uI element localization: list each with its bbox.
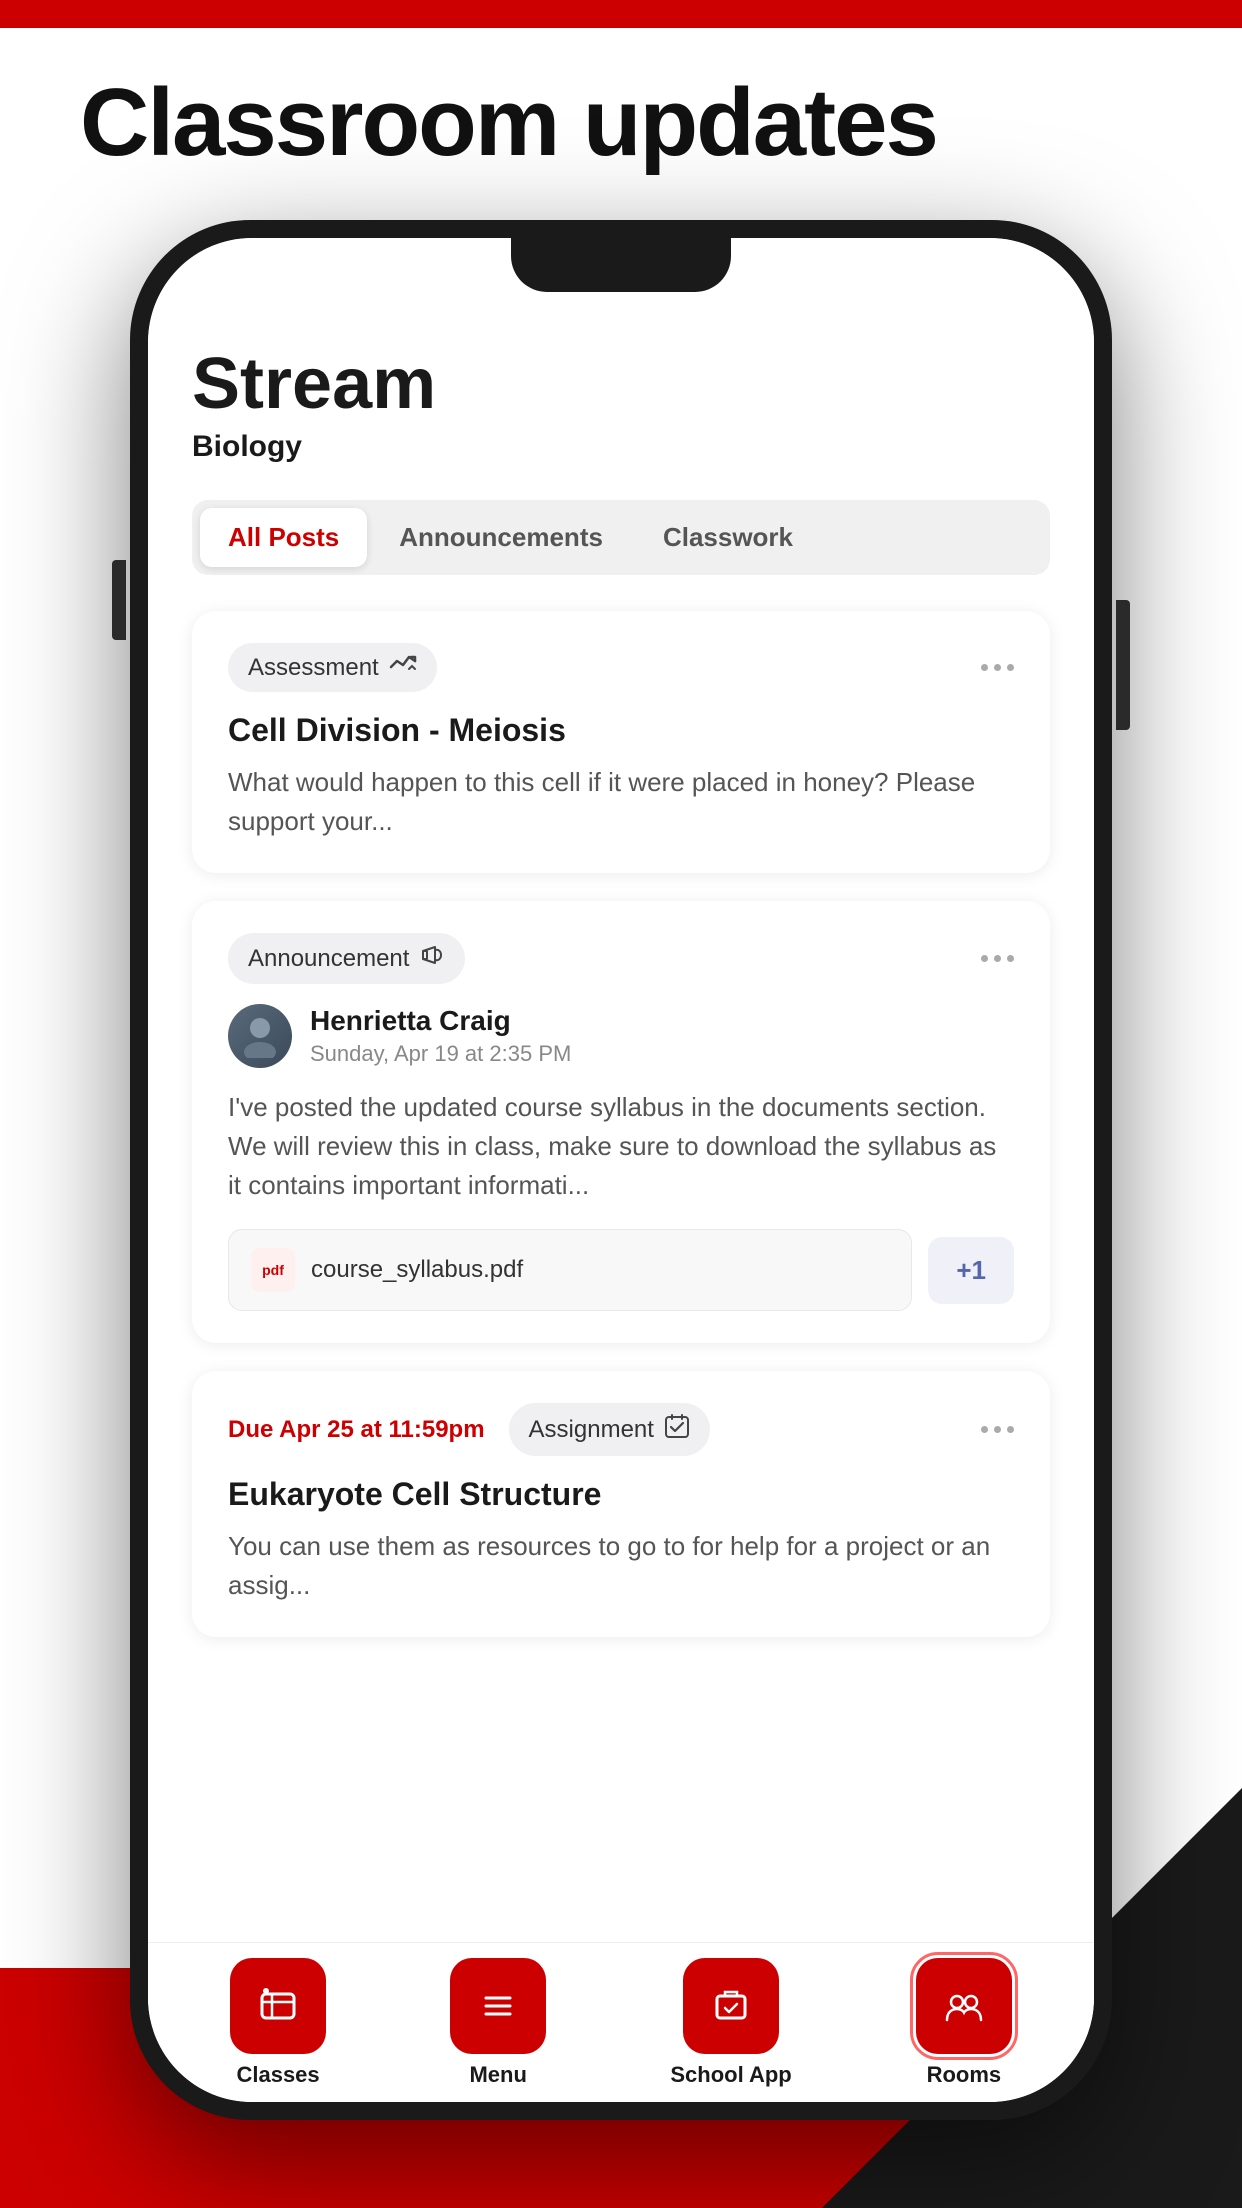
screen-content: Stream Biology All Posts Announcements C…	[148, 238, 1094, 2102]
phone-notch	[511, 238, 731, 292]
screen-scroll: Stream Biology All Posts Announcements C…	[148, 308, 1094, 1942]
classes-nav-label: Classes	[236, 2062, 319, 2088]
announcement-body: I've posted the updated course syllabus …	[228, 1088, 1014, 1205]
page-title: Classroom updates	[80, 68, 937, 178]
avatar	[228, 1004, 292, 1068]
assessment-icon	[389, 653, 417, 682]
menu-nav-label: Menu	[469, 2062, 526, 2088]
stream-subtitle: Biology	[192, 430, 1050, 464]
phone-mockup: Stream Biology All Posts Announcements C…	[130, 220, 1112, 2100]
assignment-tag: Assignment	[509, 1403, 710, 1456]
assessment-card-body: What would happen to this cell if it wer…	[228, 763, 1014, 841]
announcement-card[interactable]: Announcement	[192, 901, 1050, 1343]
rooms-nav-label: Rooms	[927, 2062, 1002, 2088]
author-info: Henrietta Craig Sunday, Apr 19 at 2:35 P…	[310, 1005, 571, 1067]
assessment-card[interactable]: Assessment	[192, 611, 1050, 873]
pdf-attachment[interactable]: pdf course_syllabus.pdf	[228, 1229, 912, 1311]
assignment-icon	[664, 1413, 690, 1446]
announcement-tag: Announcement	[228, 933, 465, 984]
tab-all-posts[interactable]: All Posts	[200, 508, 367, 567]
announcement-icon	[419, 943, 445, 974]
assessment-tag: Assessment	[228, 643, 437, 692]
top-red-bar	[0, 0, 1242, 28]
nav-menu[interactable]: Menu	[450, 1958, 546, 2088]
pdf-filename: course_syllabus.pdf	[311, 1256, 523, 1284]
due-date: Due Apr 25 at 11:59pm	[228, 1416, 485, 1444]
tab-classwork[interactable]: Classwork	[635, 508, 821, 567]
assessment-card-title: Cell Division - Meiosis	[228, 712, 1014, 749]
assignment-more-button[interactable]	[981, 1426, 1014, 1433]
phone-screen: Stream Biology All Posts Announcements C…	[148, 238, 1094, 2102]
phone-frame: Stream Biology All Posts Announcements C…	[130, 220, 1112, 2120]
tabs-row: All Posts Announcements Classwork	[192, 500, 1050, 575]
nav-rooms[interactable]: Rooms	[916, 1958, 1012, 2088]
schoolapp-icon-box	[683, 1958, 779, 2054]
announcement-more-button[interactable]	[981, 955, 1014, 962]
assignment-card-title: Eukaryote Cell Structure	[228, 1476, 1014, 1513]
rooms-icon-box	[916, 1958, 1012, 2054]
nav-classes[interactable]: Classes	[230, 1958, 326, 2088]
attachment-extra[interactable]: +1	[928, 1237, 1014, 1304]
assignment-card-body: You can use them as resources to go to f…	[228, 1527, 1014, 1605]
classes-icon-box	[230, 1958, 326, 2054]
author-row: Henrietta Craig Sunday, Apr 19 at 2:35 P…	[228, 1004, 1014, 1068]
schoolapp-nav-label: School App	[670, 2062, 791, 2088]
announcement-tag-label: Announcement	[248, 945, 409, 973]
stream-title: Stream	[192, 348, 1050, 420]
assessment-tag-label: Assessment	[248, 654, 379, 682]
bottom-nav: Classes Menu	[148, 1942, 1094, 2102]
author-name: Henrietta Craig	[310, 1005, 571, 1037]
assessment-more-button[interactable]	[981, 664, 1014, 671]
menu-icon-box	[450, 1958, 546, 2054]
pdf-icon: pdf	[251, 1248, 295, 1292]
author-date: Sunday, Apr 19 at 2:35 PM	[310, 1041, 571, 1067]
nav-schoolapp[interactable]: School App	[670, 1958, 791, 2088]
assignment-card[interactable]: Due Apr 25 at 11:59pm Assignment	[192, 1371, 1050, 1637]
tab-announcements[interactable]: Announcements	[371, 508, 631, 567]
attachment-row: pdf course_syllabus.pdf +1	[228, 1229, 1014, 1311]
